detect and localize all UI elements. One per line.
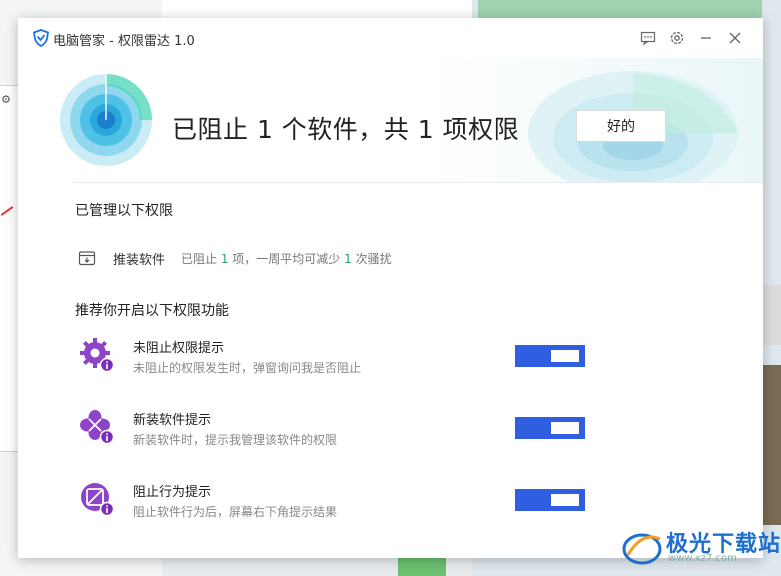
enable-toggle[interactable]	[515, 417, 585, 439]
feature-name: 未阻止权限提示	[133, 341, 225, 356]
background-gear-icon: ⚙	[1, 93, 11, 106]
managed-section-title: 已管理以下权限	[75, 203, 173, 219]
enable-toggle[interactable]	[515, 489, 585, 511]
title-bar: 电脑管家 - 权限雷达 1.0	[18, 18, 763, 58]
clover-info-icon	[80, 410, 115, 445]
settings-button[interactable]	[667, 28, 687, 48]
feedback-button[interactable]	[638, 28, 658, 48]
enable-toggle[interactable]	[515, 345, 585, 367]
block-summary-headline: 已阻止 1 个软件，共 1 项权限	[172, 115, 520, 144]
toggle-knob	[551, 494, 579, 506]
radar-icon	[60, 74, 152, 166]
feature-row-unblocked-alert: 未阻止权限提示 未阻止的权限发生时，弹窗询问我是否阻止	[78, 336, 608, 376]
minimize-button[interactable]	[696, 28, 716, 48]
window-title: 电脑管家 - 权限雷达 1.0	[53, 34, 195, 49]
background-panel	[0, 85, 19, 452]
gear-icon	[670, 31, 684, 45]
watermark-url: www.xz7.com	[668, 553, 737, 564]
background-panel-right	[762, 285, 781, 345]
gear-info-icon	[80, 338, 115, 373]
box-download-icon	[78, 251, 96, 266]
ok-button[interactable]: 好的	[576, 110, 666, 142]
close-icon	[729, 32, 741, 44]
managed-item: 推装软件 已阻止 1 项，一周平均可减少 1 次骚扰	[78, 248, 392, 268]
background-window-strip	[478, 0, 762, 18]
message-icon	[640, 31, 656, 46]
feature-description: 新装软件时，提示我管理该软件的权限	[133, 433, 338, 447]
toggle-knob	[551, 422, 579, 434]
background-image	[762, 365, 781, 525]
desc-middle: 项，一周平均可减少	[228, 251, 345, 266]
managed-item-description: 已阻止 1 项，一周平均可减少 1 次骚扰	[181, 250, 392, 267]
reduce-count: 1	[344, 251, 352, 266]
desc-suffix: 次骚扰	[351, 251, 392, 266]
feature-name: 阻止行为提示	[133, 485, 212, 500]
feature-row-block-behavior-alert: 阻止行为提示 阻止软件行为后，屏幕右下角提示结果	[78, 480, 608, 520]
feature-name: 新装软件提示	[133, 413, 212, 428]
feature-description: 阻止软件行为后，屏幕右下角提示结果	[133, 505, 338, 519]
divider	[73, 182, 763, 183]
background-button	[398, 556, 446, 576]
minimize-icon	[701, 37, 711, 39]
toggle-knob	[551, 350, 579, 362]
managed-item-name: 推装软件	[113, 252, 166, 268]
permission-radar-window: 电脑管家 - 权限雷达 1.0 已阻止 1 个软件，共 1 项权限 好的 已管理…	[18, 18, 763, 558]
close-button[interactable]	[725, 28, 745, 48]
desc-prefix: 已阻止	[181, 251, 221, 266]
shield-icon	[32, 29, 50, 47]
summary-header: 已阻止 1 个软件，共 1 项权限 好的	[18, 58, 763, 183]
background-window-top	[162, 0, 472, 18]
recommend-section-title: 推荐你开启以下权限功能	[75, 303, 229, 319]
block-info-icon	[81, 483, 115, 517]
feature-row-new-software-alert: 新装软件提示 新装软件时，提示我管理该软件的权限	[78, 408, 608, 448]
feature-description: 未阻止的权限发生时，弹窗询问我是否阻止	[133, 361, 362, 375]
